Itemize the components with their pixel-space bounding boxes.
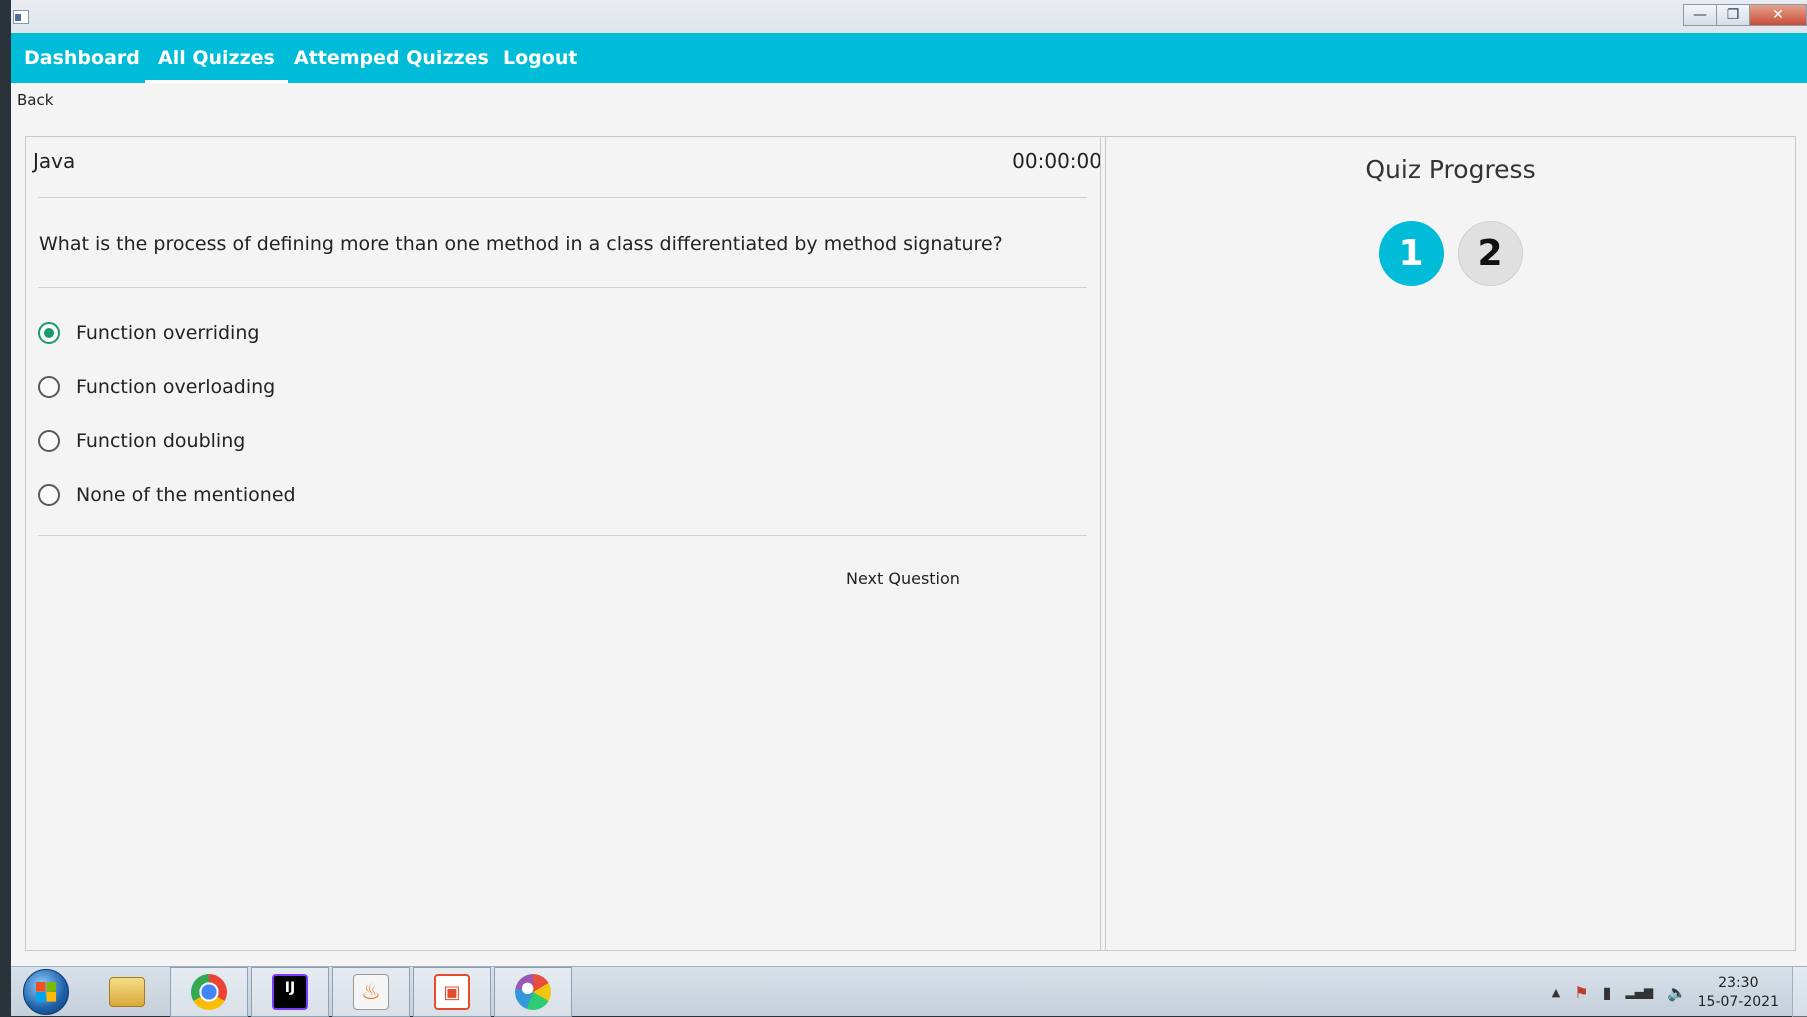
- app-window-icon: [13, 10, 29, 24]
- action-center-flag-icon[interactable]: ⚑: [1574, 983, 1588, 1002]
- radio-button[interactable]: [38, 322, 60, 344]
- progress-step-1[interactable]: 1: [1378, 221, 1444, 286]
- divider: [38, 197, 1087, 198]
- show-desktop-button[interactable]: [1792, 967, 1807, 1017]
- file-explorer-taskbar-button[interactable]: [88, 967, 166, 1017]
- progress-step-2[interactable]: 2: [1457, 221, 1523, 286]
- app-window: — ❐ ✕ Dashboard All Quizzes Attemped Qui…: [11, 0, 1807, 966]
- paint-taskbar-button[interactable]: [494, 967, 572, 1017]
- option-label: Function overloading: [76, 376, 276, 398]
- system-tray: ▲ ⚑ ▮ ▂▄▆ 🔈: [1552, 967, 1687, 1017]
- question-text: What is the process of defining more tha…: [39, 233, 1003, 255]
- nav-item-all-quizzes[interactable]: All Quizzes: [145, 33, 288, 83]
- taskbar-clock[interactable]: 23:30 15-07-2021: [1698, 974, 1779, 1012]
- network-signal-icon[interactable]: ▂▄▆: [1625, 985, 1653, 999]
- quiz-progress-panel: Quiz Progress 1 2: [1105, 136, 1796, 951]
- paint-icon: [515, 974, 551, 1010]
- option-label: Function overriding: [76, 322, 260, 344]
- folder-icon: [109, 977, 145, 1007]
- chrome-icon: [191, 974, 227, 1010]
- progress-title: Quiz Progress: [1365, 155, 1536, 184]
- taskbar: IJ ♨ ▣ ▲ ⚑ ▮ ▂▄▆ 🔈 23:30 15-07-2021: [11, 966, 1807, 1017]
- quiz-title: Java: [33, 149, 76, 173]
- chevron-up-icon[interactable]: ▲: [1552, 986, 1560, 999]
- window-controls: — ❐ ✕: [1683, 4, 1807, 26]
- battery-icon[interactable]: ▮: [1603, 983, 1612, 1002]
- divider: [38, 535, 1087, 536]
- option-function-doubling[interactable]: Function doubling: [38, 427, 245, 455]
- nav-bar: Dashboard All Quizzes Attemped Quizzes L…: [11, 33, 1807, 83]
- start-icon[interactable]: [23, 969, 69, 1015]
- option-function-overriding[interactable]: Function overriding: [38, 319, 259, 347]
- quiz-timer: 00:00:00: [1012, 149, 1102, 173]
- clock-time: 23:30: [1718, 975, 1759, 991]
- progress-steps: 1 2: [1106, 221, 1795, 286]
- question-panel: Java 00:00:00 What is the process of def…: [25, 136, 1111, 951]
- back-button[interactable]: Back: [17, 91, 53, 109]
- intellij-idea-icon: IJ: [272, 974, 308, 1010]
- next-question-button[interactable]: Next Question: [846, 569, 960, 588]
- divider: [38, 287, 1087, 288]
- close-button[interactable]: ✕: [1749, 4, 1807, 26]
- option-label: None of the mentioned: [76, 484, 296, 506]
- java-icon: ♨: [353, 974, 389, 1010]
- option-none-of-the-mentioned[interactable]: None of the mentioned: [38, 481, 296, 509]
- java-taskbar-button[interactable]: ♨: [332, 967, 410, 1017]
- nav-item-logout[interactable]: Logout: [503, 33, 577, 83]
- nav-item-attempted-quizzes[interactable]: Attemped Quizzes: [294, 33, 489, 83]
- reader-taskbar-button[interactable]: ▣: [413, 967, 491, 1017]
- radio-button[interactable]: [38, 430, 60, 452]
- option-function-overloading[interactable]: Function overloading: [38, 373, 275, 401]
- radio-button[interactable]: [38, 376, 60, 398]
- restore-button[interactable]: ❐: [1716, 4, 1750, 26]
- nav-item-dashboard[interactable]: Dashboard: [24, 33, 140, 83]
- volume-icon[interactable]: 🔈: [1667, 983, 1687, 1002]
- minimize-button[interactable]: —: [1683, 4, 1717, 26]
- intellij-taskbar-button[interactable]: IJ: [251, 967, 329, 1017]
- clock-date: 15-07-2021: [1697, 994, 1779, 1010]
- option-label: Function doubling: [76, 430, 246, 452]
- reader-icon: ▣: [434, 974, 470, 1010]
- chrome-taskbar-button[interactable]: [170, 967, 248, 1017]
- title-bar: — ❐ ✕: [11, 0, 1807, 34]
- radio-button[interactable]: [38, 484, 60, 506]
